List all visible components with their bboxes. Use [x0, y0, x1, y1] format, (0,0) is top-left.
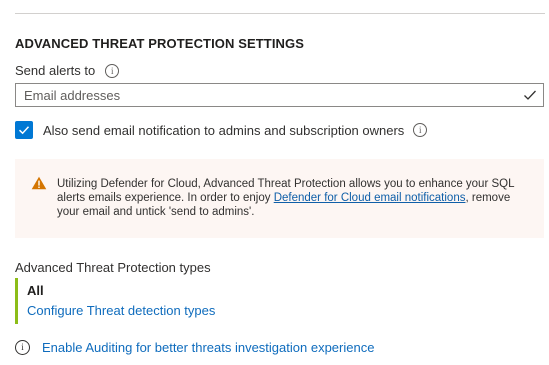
info-icon[interactable]: i: [413, 123, 428, 137]
email-addresses-input[interactable]: [24, 87, 504, 103]
info-icon[interactable]: i: [105, 63, 120, 78]
defender-email-notifications-link[interactable]: Defender for Cloud email notifications: [274, 192, 466, 204]
checkmark-icon: [524, 90, 536, 100]
notify-admins-label: Also send email notification to admins a…: [43, 122, 405, 138]
section-title: ADVANCED THREAT PROTECTION SETTINGS: [15, 36, 305, 51]
warning-icon: [31, 176, 47, 190]
enable-auditing-link[interactable]: Enable Auditing for better threats inves…: [42, 340, 374, 355]
email-addresses-field[interactable]: [15, 83, 544, 107]
divider: [15, 13, 545, 14]
notify-admins-row: Also send email notification to admins a…: [15, 121, 428, 139]
checkmark-icon: [18, 126, 30, 135]
atp-types-value: All: [27, 283, 44, 298]
send-alerts-label: Send alerts to: [15, 63, 96, 78]
configure-threat-detection-link[interactable]: Configure Threat detection types: [27, 303, 215, 318]
info-icon: i: [15, 340, 30, 355]
auditing-row: i Enable Auditing for better threats inv…: [15, 340, 374, 355]
warning-message: Utilizing Defender for Cloud, Advanced T…: [15, 159, 544, 238]
notify-admins-checkbox[interactable]: [15, 121, 33, 139]
send-alerts-label-row: Send alerts to i: [15, 63, 120, 78]
atp-types-label: Advanced Threat Protection types: [15, 260, 211, 275]
atp-types-block: All Configure Threat detection types: [15, 278, 315, 324]
atp-settings-panel: ADVANCED THREAT PROTECTION SETTINGS Send…: [0, 0, 549, 365]
warning-text: Utilizing Defender for Cloud, Advanced T…: [57, 177, 527, 219]
